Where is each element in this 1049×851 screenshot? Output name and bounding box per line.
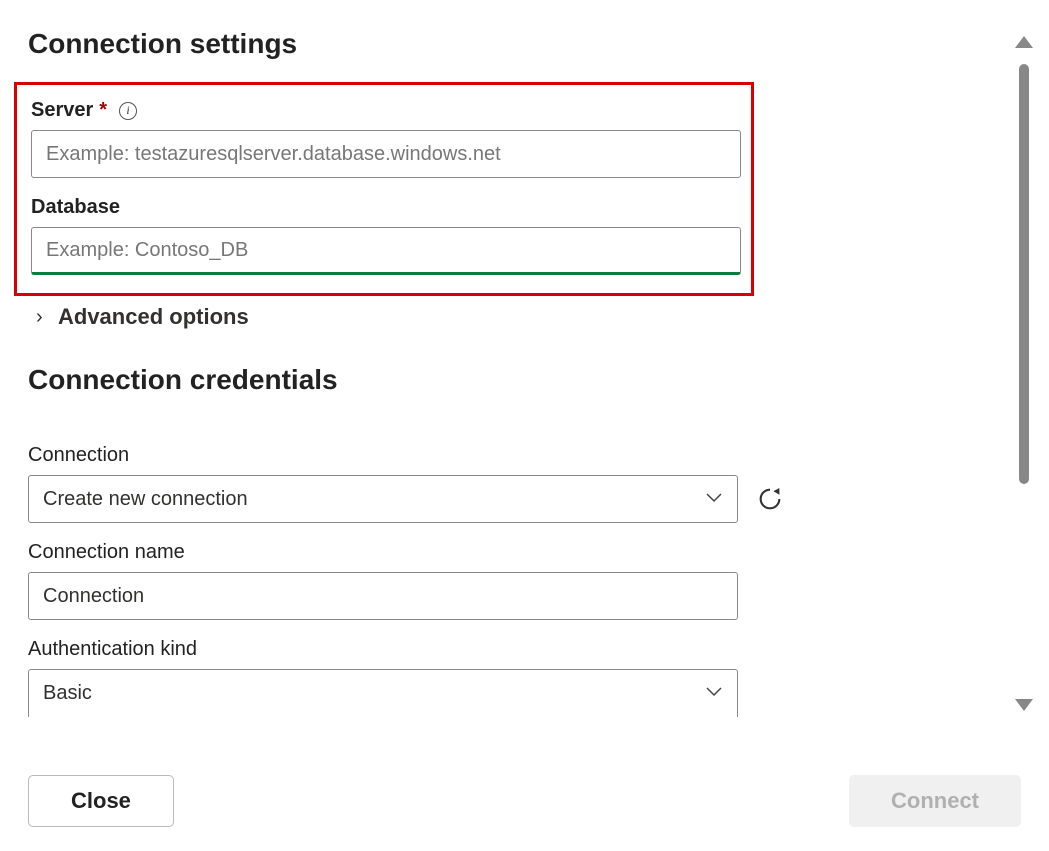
connection-settings-heading: Connection settings [28,28,972,60]
server-input[interactable] [31,130,741,178]
database-input[interactable] [31,227,741,275]
database-label: Database [31,196,120,219]
chevron-right-icon: › [36,306,50,329]
scrollbar[interactable] [1013,36,1035,711]
database-field-group: Database [31,196,737,275]
advanced-options-label: Advanced options [58,304,249,330]
footer: Close Connect [28,775,1021,827]
advanced-options-toggle[interactable]: › Advanced options [36,304,972,330]
scroll-up-arrow-icon[interactable] [1015,36,1033,48]
scroll-thumb[interactable] [1019,64,1029,484]
connection-select[interactable] [28,475,738,523]
connection-name-label: Connection name [28,541,185,564]
connection-label: Connection [28,444,129,467]
connection-credentials-heading: Connection credentials [28,364,972,396]
server-label: Server [31,99,93,122]
auth-kind-select[interactable] [28,669,738,717]
auth-kind-label: Authentication kind [28,638,197,661]
connect-button: Connect [849,775,1021,827]
settings-highlight-box: Server * i Database [14,82,754,296]
connection-field-group: Connection [28,444,972,523]
refresh-icon[interactable] [756,485,784,513]
auth-kind-field-group: Authentication kind [28,638,972,717]
server-field-group: Server * i [31,99,737,178]
close-button[interactable]: Close [28,775,174,827]
connection-name-input[interactable] [28,572,738,620]
scroll-down-arrow-icon[interactable] [1015,699,1033,711]
connection-name-field-group: Connection name [28,541,972,620]
info-icon[interactable]: i [119,102,137,120]
server-required: * [99,99,107,122]
